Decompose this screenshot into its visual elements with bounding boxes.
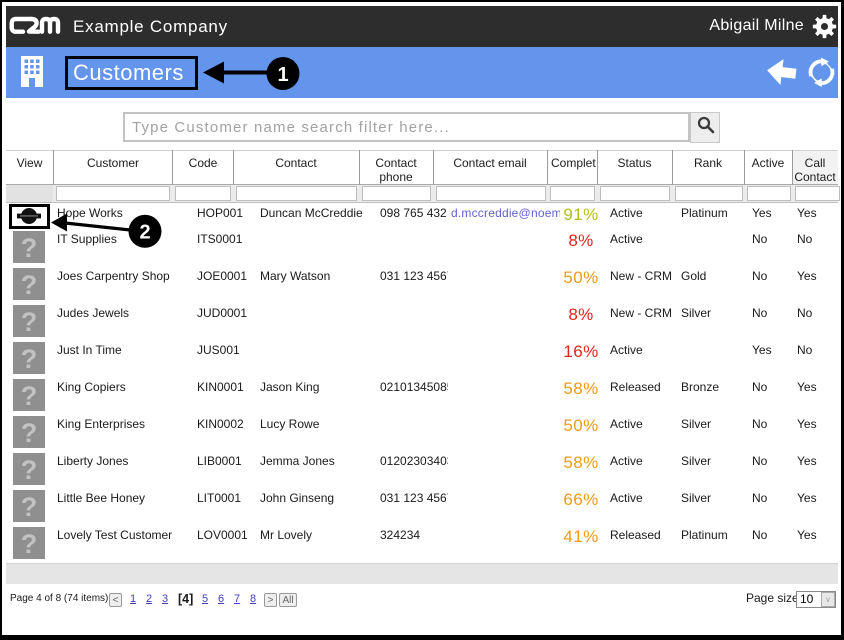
svg-text:2: 2 (139, 222, 150, 244)
svg-text:1: 1 (277, 64, 288, 86)
